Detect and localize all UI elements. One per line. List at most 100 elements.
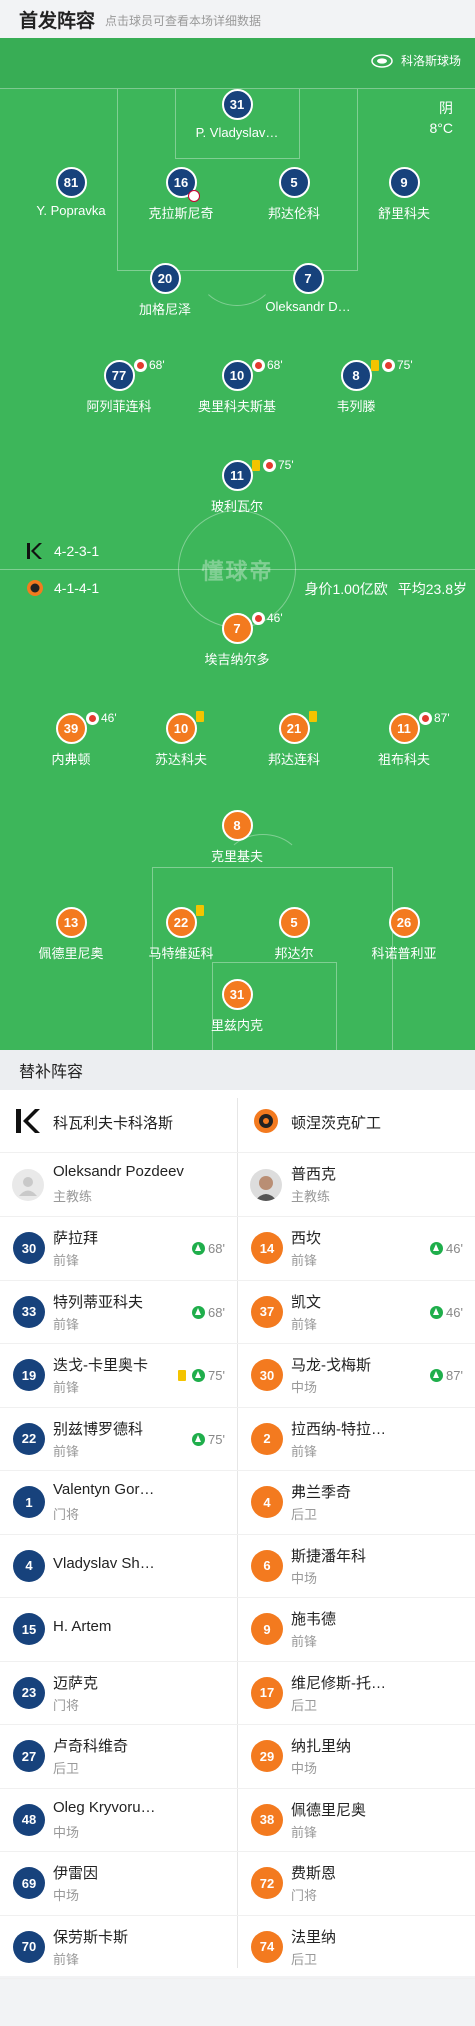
- away-player-13[interactable]: 13 佩德里尼奥: [11, 907, 131, 962]
- home-coach-cell[interactable]: Oleksandr Pozdeev 主教练: [0, 1153, 237, 1216]
- away-sub-player[interactable]: 17 维尼修斯-托… 后卫: [238, 1662, 475, 1725]
- player-number: 8: [221, 810, 253, 841]
- yellow-card-icon: [178, 1370, 187, 1381]
- away-sub-player[interactable]: 38 佩德里尼奥 前锋: [238, 1789, 475, 1852]
- away-sub-player[interactable]: 14 西坎 前锋 46': [238, 1217, 475, 1280]
- player-position: 前锋: [53, 1316, 80, 1332]
- coach-avatar: [250, 1168, 282, 1201]
- away-player-11[interactable]: 11 祖布科夫 87': [344, 711, 464, 768]
- player-events: 75': [252, 458, 294, 472]
- away-sub-player[interactable]: 9 施韦德 前锋: [238, 1598, 475, 1661]
- away-player-21[interactable]: 21 邦达连科: [234, 711, 354, 768]
- home-sub-player[interactable]: 30 萨拉拜 前锋 68': [0, 1217, 237, 1280]
- sub-minute: 68': [208, 1241, 225, 1256]
- player-number: 77: [103, 360, 135, 391]
- player-events: 75': [371, 358, 413, 372]
- home-player-8[interactable]: 8 韦列滕 75': [296, 358, 416, 415]
- home-sub-player[interactable]: 23 迈萨克 门将: [0, 1662, 237, 1725]
- away-player-31[interactable]: 31 里兹内克: [177, 979, 297, 1034]
- home-sub-player[interactable]: 1 Valentyn Gor… 门将: [0, 1471, 237, 1534]
- home-player-11[interactable]: 11 玻利瓦尔 75': [177, 458, 297, 515]
- away-player-8[interactable]: 8 克里基夫: [177, 810, 297, 865]
- away-sub-player[interactable]: 74 法里纳 后卫: [238, 1916, 475, 1979]
- sub-on-icon: [192, 1369, 206, 1382]
- away-team-cell[interactable]: 顿涅茨克矿工: [238, 1090, 475, 1152]
- home-player-5[interactable]: 5 邦达伦科: [234, 167, 354, 222]
- home-sub-player[interactable]: 22 别兹博罗德科 前锋 75': [0, 1408, 237, 1471]
- away-sub-player[interactable]: 4 弗兰季奇 后卫: [238, 1471, 475, 1534]
- player-number: 7: [221, 613, 253, 644]
- bench-coach-row: Oleksandr Pozdeev 主教练 普西克 主教练: [0, 1153, 475, 1217]
- home-sub-player[interactable]: 69 伊雷因 中场: [0, 1852, 237, 1915]
- player-number: 21: [278, 713, 310, 744]
- home-player-31[interactable]: 31 P. Vladyslav…: [177, 89, 297, 140]
- home-team-cell[interactable]: 科瓦利夫卡科洛斯: [0, 1090, 237, 1152]
- home-player-10[interactable]: 10 奥里科夫斯基 68': [177, 358, 297, 415]
- home-sub-player[interactable]: 33 特列蒂亚科夫 前锋 68': [0, 1281, 237, 1344]
- player-number: 31: [221, 979, 253, 1010]
- away-player-39[interactable]: 39 内弗顿 46': [11, 711, 131, 768]
- away-sub-player[interactable]: 37 凯文 前锋 46': [238, 1281, 475, 1344]
- sub-event: 68': [192, 1241, 225, 1256]
- player-number: 9: [388, 167, 420, 198]
- home-sub-player[interactable]: 19 迭戈-卡里奥卡 前锋 75': [0, 1344, 237, 1407]
- away-sub-player[interactable]: 29 纳扎里纳 中场: [238, 1725, 475, 1788]
- yellow-card-icon: [371, 359, 379, 371]
- player-position: 前锋: [291, 1253, 318, 1268]
- home-sub-player[interactable]: 4 Vladyslav Sh…: [0, 1535, 237, 1598]
- home-player-16[interactable]: 16 克拉斯尼奇: [121, 167, 241, 222]
- bench-sub-row: 69 伊雷因 中场 72 费斯恩 门将: [0, 1852, 475, 1916]
- home-sub-player[interactable]: 70 保劳斯卡斯 前锋: [0, 1916, 237, 1979]
- player-number: 27: [13, 1740, 45, 1773]
- player-position: 后卫: [291, 1507, 318, 1522]
- away-coach-cell[interactable]: 普西克 主教练: [238, 1153, 475, 1216]
- team-value: 身价1.00亿欧: [304, 581, 388, 597]
- away-sub-player[interactable]: 2 拉西纳-特拉… 前锋: [238, 1408, 475, 1471]
- sub-event: 68': [192, 1305, 225, 1320]
- coach-name: 普西克: [291, 1166, 337, 1183]
- player-name: 韦列滕: [336, 399, 376, 414]
- coach-role: 主教练: [53, 1189, 93, 1204]
- player-name: 邦达尔: [274, 946, 314, 961]
- player-number: 5: [278, 167, 310, 198]
- weather-temperature: 8°C: [429, 120, 454, 136]
- player-name: 西坎: [291, 1230, 322, 1247]
- player-position: 中场: [291, 1570, 318, 1586]
- player-name: 埃吉纳尔多: [204, 652, 270, 667]
- home-sub-player[interactable]: 27 卢奇科维奇 后卫: [0, 1725, 237, 1788]
- bench-sub-row: 33 特列蒂亚科夫 前锋 68' 37 凯文 前锋 46': [0, 1281, 475, 1344]
- player-number: 1: [13, 1486, 45, 1519]
- player-name: Vladyslav Sh…: [53, 1554, 155, 1572]
- player-position: 后卫: [291, 1951, 318, 1967]
- away-sub-player[interactable]: 72 费斯恩 门将: [238, 1852, 475, 1915]
- player-name: 邦达连科: [267, 752, 320, 767]
- away-player-7[interactable]: 7 埃吉纳尔多 46': [177, 611, 297, 668]
- player-position: 后卫: [291, 1697, 318, 1713]
- home-player-9[interactable]: 9 舒里科夫: [344, 167, 464, 222]
- away-player-10[interactable]: 10 苏达科夫: [121, 711, 241, 768]
- home-player-20[interactable]: 20 加格尼泽: [105, 263, 225, 318]
- away-player-22[interactable]: 22 马特维延科: [121, 905, 241, 962]
- player-number: 38: [251, 1803, 283, 1836]
- sub-event: 87': [430, 1368, 463, 1383]
- sub-on-icon: [430, 1369, 444, 1382]
- home-formation-text: 4-2-3-1: [54, 543, 100, 559]
- player-number: 17: [251, 1676, 283, 1709]
- away-player-5[interactable]: 5 邦达尔: [234, 907, 354, 962]
- player-name: 阿列菲连科: [86, 399, 152, 414]
- away-sub-player[interactable]: 6 斯捷潘年科 中场: [238, 1535, 475, 1598]
- home-player-77[interactable]: 77 阿列菲连科 68': [59, 358, 179, 415]
- home-player-81[interactable]: 81 Y. Popravka: [11, 167, 131, 218]
- home-sub-player[interactable]: 48 Oleg Kryvoru… 中场: [0, 1789, 237, 1852]
- player-name: Oleg Kryvoru…: [53, 1798, 156, 1816]
- away-sub-player[interactable]: 30 马龙-戈梅斯 中场 87': [238, 1344, 475, 1407]
- player-number: 33: [13, 1295, 45, 1328]
- player-number: 22: [13, 1422, 45, 1455]
- bench-sub-row: 1 Valentyn Gor… 门将 4 弗兰季奇 后卫: [0, 1471, 475, 1535]
- player-position: 前锋: [291, 1443, 318, 1459]
- away-player-26[interactable]: 26 科诺普利亚: [344, 907, 464, 962]
- player-name: 斯捷潘年科: [291, 1547, 367, 1565]
- home-sub-player[interactable]: 15 H. Artem: [0, 1598, 237, 1661]
- yellow-card-icon: [309, 711, 317, 722]
- home-player-7[interactable]: 7 Oleksandr D…: [248, 263, 368, 314]
